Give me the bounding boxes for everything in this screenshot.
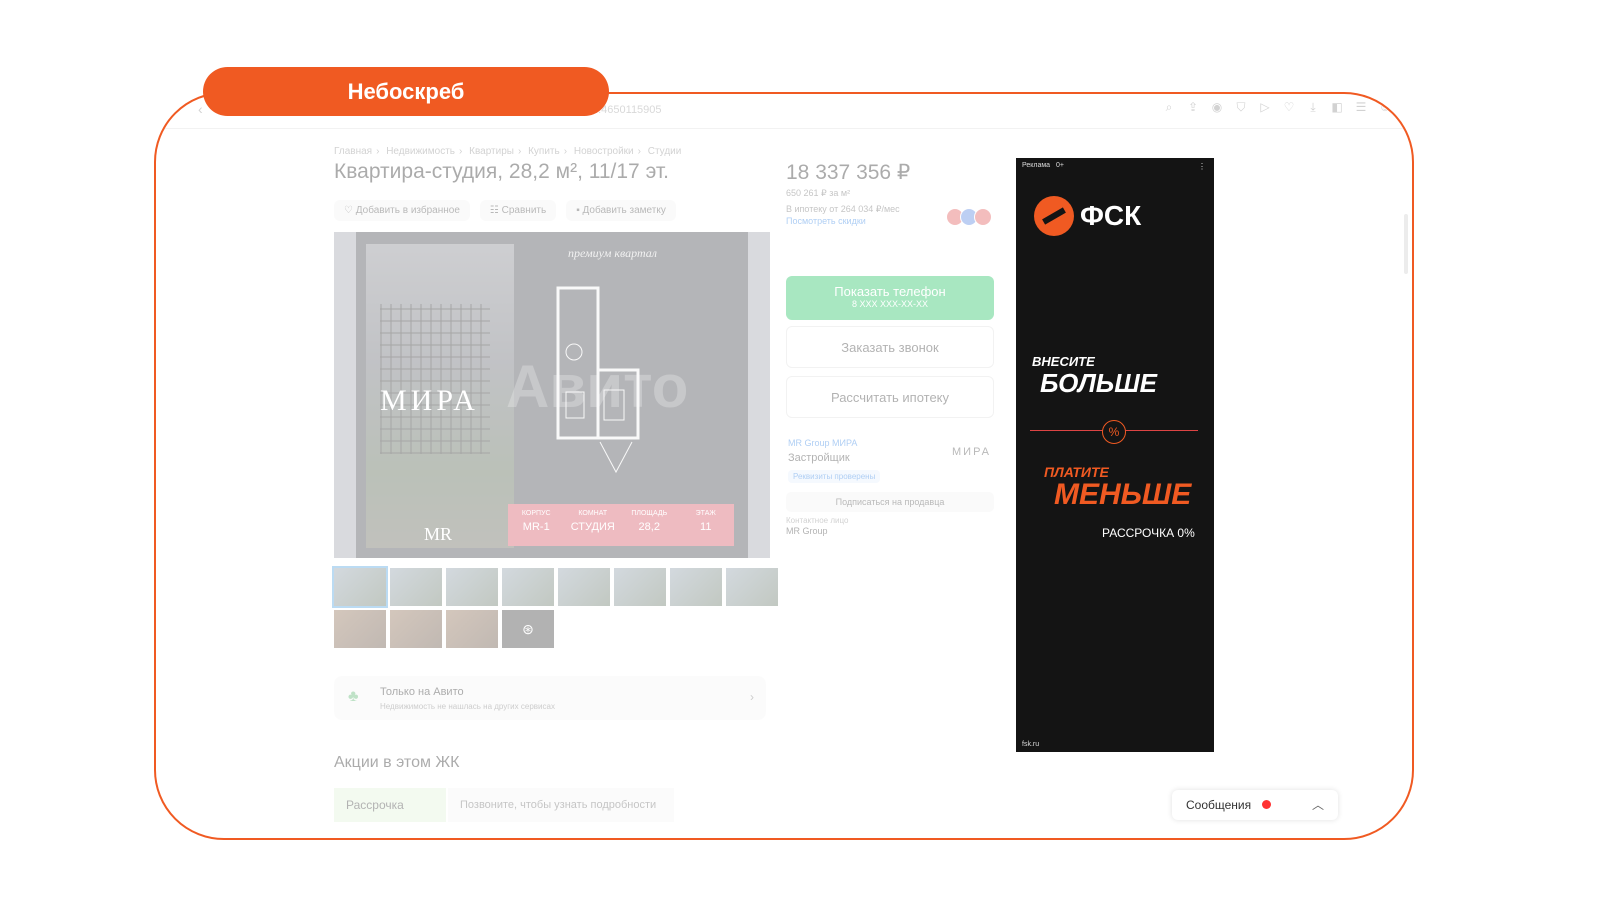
mortgage-calc-button[interactable]: Рассчитать ипотеку (786, 376, 994, 418)
avatars (946, 208, 992, 226)
breadcrumb-item[interactable]: Главная (334, 146, 372, 157)
mr-logo: MR (424, 524, 453, 544)
spec-cell: ПЛОЩАДЬ 28,2 (631, 510, 668, 533)
sidebar-icon[interactable]: ◧ (1330, 100, 1344, 114)
promo-tab-installment[interactable]: Рассрочка (334, 788, 446, 822)
shield-icon[interactable]: ⛉ (1234, 100, 1248, 114)
seller-logo[interactable]: МИРА (952, 446, 991, 458)
heart-icon[interactable]: ♡ (1282, 100, 1296, 114)
premium-label: премиум квартал (568, 246, 657, 260)
photo-gallery[interactable]: МИРА MR премиум квартал Авито КОРПУС MR-1… (334, 232, 770, 558)
spec-cell: КОРПУС MR-1 (521, 510, 551, 533)
promo-description: Позвоните, чтобы узнать подробности (448, 788, 674, 822)
more-photos-icon[interactable]: ⊛ (502, 610, 554, 648)
price: 18 337 356 ₽ (786, 161, 911, 184)
breadcrumb-item[interactable]: Купить (528, 146, 560, 157)
thumbnail[interactable] (726, 568, 778, 606)
search-icon[interactable]: ⌕ (1162, 100, 1176, 114)
toolbar-icons: ⌕ ⇪ ◉ ⛉ ▷ ♡ ⤓ ◧ ☰ ☺ (1162, 100, 1392, 114)
fsk-mark-icon (1034, 196, 1074, 236)
spec-bar: КОРПУС MR-1 КОМНАТ СТУДИЯ ПЛОЩАДЬ 28,2 ЭТАЖ… (508, 504, 734, 546)
leaf-icon: ♣ (348, 688, 359, 705)
banner-title: Только на Авито (380, 686, 464, 698)
show-phone-button[interactable]: Показать телефон 8 XXX XXX-XX-XX (786, 276, 994, 320)
ad-label: Реклама (1022, 162, 1051, 169)
callback-button[interactable]: Заказать звонок (786, 326, 994, 368)
thumbnail[interactable] (502, 568, 554, 606)
building-image: МИРА MR (366, 244, 514, 548)
mortgage-info: В ипотеку от 264 034 ₽/мес (786, 204, 900, 214)
thumbnail[interactable] (446, 568, 498, 606)
thumbnail-strip: ⊛ (332, 566, 778, 648)
more-menu-icon[interactable]: ⋮ (1198, 162, 1206, 171)
floor-plan (556, 286, 640, 474)
age-badge: 0+ (1056, 162, 1064, 169)
profile-icon[interactable]: ☺ (1378, 100, 1392, 114)
page-title: Квартира-студия, 28,2 м², 11/17 эт. (334, 160, 669, 183)
ad-domain: fsk.ru (1022, 741, 1040, 748)
thumbnail[interactable] (614, 568, 666, 606)
menu-icon[interactable]: ☰ (1354, 100, 1368, 114)
add-favorite-button[interactable]: ♡ Добавить в избранное (334, 200, 470, 221)
chevron-up-icon[interactable]: ︿ (1312, 796, 1324, 813)
ad-headline-1: ВНЕСИТЕ (1032, 354, 1095, 369)
ad-offer: РАССРОЧКА 0% (1102, 526, 1195, 540)
avatar (974, 208, 992, 226)
thumbnail[interactable] (390, 610, 442, 648)
scrollbar[interactable] (1404, 214, 1408, 274)
thumbnail[interactable] (390, 568, 442, 606)
back-arrow-icon[interactable]: ‹ (198, 101, 203, 117)
camera-icon[interactable]: ◉ (1210, 100, 1224, 114)
download-icon[interactable]: ⤓ (1306, 100, 1320, 114)
add-note-button[interactable]: ▪ Добавить заметку (566, 200, 676, 221)
brand-logo: МИРА (380, 384, 479, 417)
compare-button[interactable]: ☷ Сравнить (479, 200, 557, 221)
breadcrumb: Главная › Недвижимость › Квартиры › Купить ›… (334, 146, 682, 157)
contact-name: MR Group (786, 526, 828, 536)
messages-label: Сообщения (1186, 798, 1252, 812)
chevron-right-icon: › (750, 690, 754, 704)
promos-heading: Акции в этом ЖК (334, 754, 460, 771)
ad-banner[interactable]: Реклама 0+ ⋮ ФСК ВНЕСИТЕ БОЛЬШЕ % ПЛАТИТ… (1016, 158, 1214, 752)
thumbnail[interactable] (332, 566, 388, 608)
thumbnail[interactable] (558, 568, 610, 606)
thumbnail[interactable] (334, 610, 386, 648)
breadcrumb-item[interactable]: Квартиры (469, 146, 514, 157)
thumbnail[interactable] (446, 610, 498, 648)
unread-badge (1262, 800, 1271, 809)
verified-badge: Реквизиты проверены (788, 470, 881, 483)
messages-widget[interactable]: Сообщения ︿ (1172, 790, 1338, 820)
breadcrumb-item[interactable]: Новостройки (574, 146, 634, 157)
breadcrumb-item[interactable]: Недвижимость (386, 146, 455, 157)
listing-actions: ♡ Добавить в избранное ☷ Сравнить ▪ Доба… (334, 200, 676, 221)
seller-role: Застройщик (788, 452, 850, 464)
discounts-link[interactable]: Посмотреть скидки (786, 216, 866, 226)
screenshot-frame: ‹ ...4650115905 ⌕ ⇪ ◉ ⛉ ▷ ♡ ⤓ ◧ ☰ ☺ Глав… (154, 92, 1414, 840)
thumbnail[interactable] (670, 568, 722, 606)
ad-headline-4: МЕНЬШЕ (1054, 478, 1192, 511)
only-on-avito-banner[interactable]: ♣ Только на Авито Недвижимость не нашлас… (334, 676, 766, 720)
price-per-m2: 650 261 ₽ за м² (786, 188, 851, 198)
breadcrumb-item[interactable]: Студии (648, 146, 682, 157)
ad-headline-2: БОЛЬШЕ (1040, 368, 1158, 398)
fsk-logo: ФСК (1034, 196, 1141, 236)
play-icon[interactable]: ▷ (1258, 100, 1272, 114)
banner-subtitle: Недвижимость не нашлась на других сервис… (380, 702, 555, 711)
share-icon[interactable]: ⇪ (1186, 100, 1200, 114)
contact-label: Контактное лицо (786, 516, 849, 525)
subscribe-button[interactable]: Подписаться на продавца (786, 492, 994, 512)
spec-cell: ЭТАЖ 11 (695, 510, 716, 533)
overlay-tag: Небоскреб (203, 67, 609, 116)
seller-name[interactable]: MR Group МИРА (788, 438, 857, 448)
spec-cell: КОМНАТ СТУДИЯ (570, 510, 615, 533)
main-photo[interactable]: МИРА MR премиум квартал Авито КОРПУС MR-1… (356, 232, 748, 558)
percent-icon: % (1102, 420, 1126, 444)
